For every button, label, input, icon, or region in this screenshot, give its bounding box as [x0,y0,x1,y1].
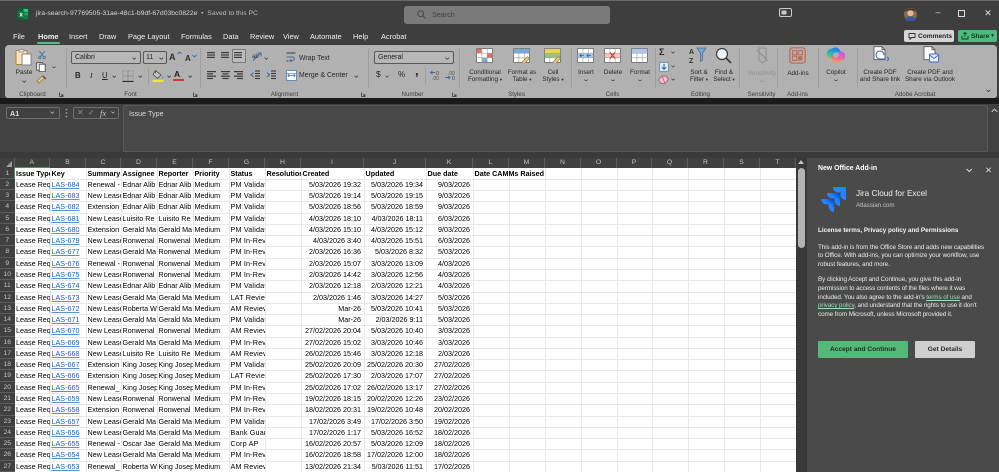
svg-text:Z: Z [689,58,694,64]
svg-text:0: 0 [452,76,455,80]
svg-text:A: A [689,49,694,56]
svg-text:x: x [19,12,23,19]
svg-text:ab: ab [252,54,259,60]
svg-text:.00: .00 [432,76,439,80]
